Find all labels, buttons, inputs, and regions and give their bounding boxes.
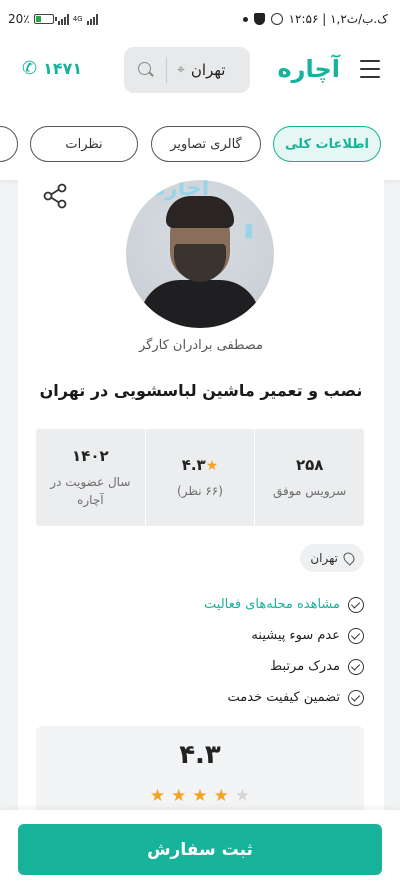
- star-empty-icon: ★: [234, 786, 251, 806]
- phone-icon: ✆: [22, 58, 38, 79]
- search-icon: [138, 62, 154, 78]
- feature-activity-areas-link[interactable]: مشاهده محله‌های فعالیت: [204, 589, 364, 620]
- stat-rating-row: ★۴.۳: [182, 456, 219, 474]
- feature-no-criminal-record: عدم سوء پیشینه: [204, 620, 364, 651]
- feature-label: مدرک مرتبط: [270, 659, 340, 674]
- city-chip: تهران: [300, 544, 364, 572]
- feature-label: عدم سوء پیشینه: [251, 628, 340, 643]
- search-city: تهران: [190, 61, 226, 79]
- battery-icon: [33, 14, 57, 24]
- location-pin-icon: [341, 550, 357, 566]
- stats-panel: ۲۵۸ سرویس موفق ★۴.۳ (۶۶ نظر) ۱۴۰۲ سال عض…: [36, 429, 364, 526]
- status-right: ۱۲:۵۶ | ۱,۲ک.ب/ث: [242, 12, 388, 26]
- bottom-bar: ثبت سفارش: [0, 810, 400, 889]
- feature-quality-guarantee: تضمین کیفیت خدمت: [204, 682, 364, 713]
- check-circle-icon: [348, 596, 364, 613]
- city-chip-label: تهران: [310, 551, 338, 565]
- tab-partial[interactable]: [0, 126, 18, 162]
- provider-name: مصطفی برادران کارگر: [139, 338, 263, 353]
- stat-services-label: سرویس موفق: [273, 483, 347, 498]
- stat-membership: ۱۴۰۲ سال عضویت در آچاره: [36, 429, 146, 526]
- feature-relevant-certificate: مدرک مرتبط: [204, 651, 364, 682]
- rating-score: ۴.۳: [179, 740, 221, 770]
- alarm-icon: [270, 13, 283, 25]
- check-circle-icon: [348, 658, 364, 675]
- notification-dot-icon: [242, 16, 248, 22]
- city-search[interactable]: ⌖ تهران: [124, 47, 250, 93]
- tab-overview[interactable]: اطلاعات کلی: [273, 126, 381, 162]
- feature-label: مشاهده محله‌های فعالیت: [204, 597, 340, 612]
- stat-services-value: ۲۵۸: [295, 455, 324, 474]
- stat-membership-value: ۱۴۰۲: [72, 446, 109, 465]
- star-filled-icon: ★: [171, 786, 187, 806]
- avatar-watermark-side: ▮: [244, 220, 254, 241]
- order-button[interactable]: ثبت سفارش: [18, 824, 382, 875]
- network-type: 4G: [72, 15, 83, 23]
- tab-reviews[interactable]: نظرات: [30, 126, 138, 162]
- support-phone[interactable]: ✆ ۱۴۷۱: [22, 58, 82, 79]
- check-circle-icon: [348, 627, 364, 644]
- stat-membership-label: سال عضویت در آچاره: [50, 474, 131, 507]
- service-title: نصب و تعمیر ماشین لباسشویی در تهران: [39, 381, 363, 400]
- phone-number: ۱۴۷۱: [43, 59, 83, 78]
- star-filled-icon: ★: [213, 786, 229, 806]
- provider-card: آچاره ▮ مصطفی برادران کارگر نصب و تعمیر …: [18, 180, 384, 826]
- feature-list: مشاهده محله‌های فعالیت عدم سوء پیشینه مد…: [204, 589, 364, 713]
- signal-icon-2: [86, 13, 98, 25]
- rating-stars: ★ ★ ★ ★ ★: [36, 786, 364, 806]
- stat-successful-services: ۲۵۸ سرویس موفق: [255, 429, 364, 526]
- check-circle-icon: [348, 689, 364, 706]
- stat-rating: ★۴.۳ (۶۶ نظر): [146, 429, 256, 526]
- status-time: ۱۲:۵۶ | ۱,۲ک.ب/ث: [288, 12, 388, 26]
- app-header: آچاره ⌖ تهران ✆ ۱۴۷۱: [0, 40, 400, 100]
- battery-percent: 20٪: [8, 12, 30, 26]
- signal-icon: [57, 13, 69, 25]
- star-filled-icon: ★: [149, 786, 166, 806]
- app-logo[interactable]: آچاره: [277, 55, 340, 83]
- menu-icon[interactable]: [360, 60, 380, 78]
- tab-gallery[interactable]: گالری تصاویر: [151, 126, 261, 162]
- star-filled-icon: ★: [192, 786, 208, 806]
- stat-rating-reviews: (۶۶ نظر): [177, 483, 223, 498]
- status-left: 20٪ 4G: [8, 12, 98, 26]
- feature-label: تضمین کیفیت خدمت: [227, 690, 340, 705]
- shield-icon: [253, 13, 265, 25]
- share-icon[interactable]: [42, 183, 68, 209]
- status-bar: 20٪ 4G ۱۲:۵۶ | ۱,۲ک.ب/ث: [0, 0, 400, 40]
- stat-rating-value: ۴.۳: [181, 455, 206, 474]
- location-pin-icon: ⌖: [177, 62, 185, 78]
- provider-avatar: آچاره ▮: [126, 180, 274, 328]
- star-icon: ★: [205, 457, 219, 474]
- tabs-bar: اطلاعات کلی گالری تصاویر نظرات: [0, 100, 400, 180]
- search-divider: [166, 57, 167, 83]
